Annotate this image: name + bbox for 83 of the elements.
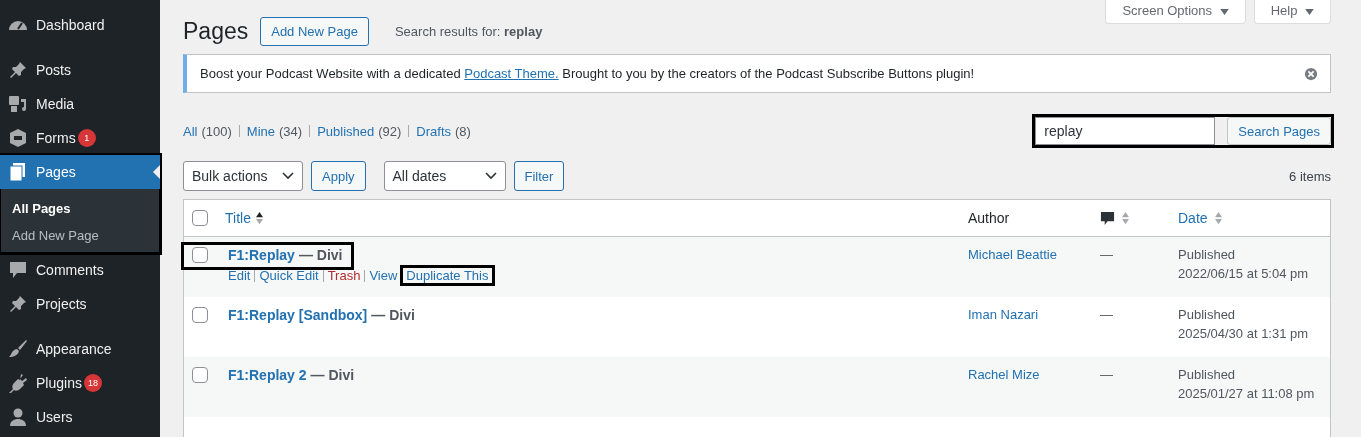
publish-status: Published xyxy=(1178,307,1237,322)
comment-count: — xyxy=(1100,367,1113,382)
triangle-down-icon xyxy=(1219,8,1229,15)
add-new-page-button[interactable]: Add New Page xyxy=(260,16,369,46)
publish-date: 2025/04/30 at 1:31 pm xyxy=(1178,326,1310,341)
page-state: — Divi xyxy=(298,247,343,263)
pushpin-icon xyxy=(8,60,28,80)
view-count: (92) xyxy=(378,123,402,139)
author-link[interactable]: Michael Beattie xyxy=(968,247,1057,262)
current-pointer-icon xyxy=(153,165,160,179)
date-column-header[interactable]: Date xyxy=(1178,210,1208,226)
checkbox[interactable] xyxy=(192,210,208,226)
count-badge: 1 xyxy=(77,129,96,147)
page-state: — Divi xyxy=(310,367,355,383)
sidebar-item[interactable]: Posts xyxy=(0,53,160,87)
sidebar-item[interactable]: Plugins 18 xyxy=(0,366,160,400)
view-count: (34) xyxy=(279,123,303,139)
publish-status: Published xyxy=(1178,367,1237,382)
view-filter-link[interactable]: Published xyxy=(317,123,375,139)
view-filter-link[interactable]: All xyxy=(183,123,198,139)
checkbox[interactable] xyxy=(192,367,208,383)
plug-icon xyxy=(8,373,28,393)
dismiss-icon[interactable] xyxy=(1304,66,1318,81)
count-badge: 18 xyxy=(83,374,102,392)
dates-dropdown[interactable]: All dates xyxy=(383,161,506,191)
row-action-link[interactable]: Duplicate This xyxy=(403,268,492,283)
publish-status: Published xyxy=(1178,247,1237,262)
checkbox[interactable] xyxy=(192,307,208,323)
page-state: — Divi xyxy=(371,307,415,323)
row-action-link[interactable]: Edit xyxy=(228,268,251,283)
trash-link[interactable]: Trash xyxy=(327,268,361,283)
search-pages-button[interactable]: Search Pages xyxy=(1227,117,1331,145)
apply-button[interactable]: Apply xyxy=(311,161,366,191)
row-action-link[interactable]: View xyxy=(369,268,398,283)
sidebar-item[interactable]: Users xyxy=(0,400,160,434)
podcast-theme-link[interactable]: Podcast Theme. xyxy=(464,66,559,81)
view-count: (8) xyxy=(455,123,471,139)
sidebar-item[interactable]: Projects xyxy=(0,287,160,321)
search-field[interactable]: replay xyxy=(1035,117,1216,145)
page-title: Pages xyxy=(183,17,249,45)
submenu-item[interactable]: All Pages xyxy=(0,195,160,222)
speech-bubble-icon xyxy=(1100,210,1115,226)
triangle-down-icon xyxy=(1305,8,1314,15)
row-action-link[interactable]: Quick Edit xyxy=(259,268,319,283)
submenu-item[interactable]: Add New Page xyxy=(0,222,160,249)
form-icon xyxy=(8,128,28,148)
sidebar-item[interactable]: Pages xyxy=(0,155,160,189)
chevron-down-icon xyxy=(484,172,497,180)
item-count: 6 items xyxy=(1289,168,1331,184)
paintbrush-icon xyxy=(8,339,28,359)
sidebar-item[interactable]: Forms 1 xyxy=(0,121,160,155)
author-column-header: Author xyxy=(968,210,1010,226)
pages-icon xyxy=(8,162,28,182)
sidebar-item[interactable]: Media xyxy=(0,87,160,121)
user-icon xyxy=(8,407,28,427)
search-results-note: Search results for: replay xyxy=(394,23,543,39)
view-filter-link[interactable]: Drafts xyxy=(416,123,452,139)
sort-icon[interactable] xyxy=(254,211,264,225)
filter-button[interactable]: Filter xyxy=(513,161,565,191)
bulk-actions-dropdown[interactable]: Bulk actions xyxy=(183,161,303,191)
sidebar-item[interactable]: Appearance xyxy=(0,332,160,366)
page-title-link[interactable]: F1:Replay 2 xyxy=(228,367,307,383)
sidebar-item[interactable]: Dashboard xyxy=(0,8,160,42)
title-column-header[interactable]: Title xyxy=(225,210,251,226)
screen-meta-tab[interactable]: Help xyxy=(1253,0,1331,24)
publish-date: 2022/06/15 at 5:04 pm xyxy=(1178,266,1310,281)
page-title-link[interactable]: F1:Replay [Sandbox] xyxy=(228,307,368,323)
view-filter-link[interactable]: Mine xyxy=(246,123,275,139)
pushpin-icon xyxy=(8,294,28,314)
page-title-link[interactable]: F1:Replay xyxy=(228,247,295,263)
comment-count: — xyxy=(1100,307,1113,322)
comment-count: — xyxy=(1100,247,1113,262)
publish-date: 2025/01/27 at 11:08 pm xyxy=(1178,386,1316,401)
sidebar-item[interactable]: Comments xyxy=(0,253,160,287)
speech-bubble-icon xyxy=(8,260,28,280)
view-count: (100) xyxy=(201,123,232,139)
screen-meta-tab[interactable]: Screen Options xyxy=(1105,0,1246,24)
media-icon xyxy=(8,94,28,114)
chevron-down-icon xyxy=(282,172,294,180)
author-link[interactable]: Iman Nazari xyxy=(968,307,1039,322)
notice-text: Boost your Podcast Website with a dedicated Podcast Theme. Brought to you by the creators of the Podcast Subscribe Buttons plugin! xyxy=(200,66,975,81)
author-link[interactable]: Rachel Mize xyxy=(968,367,1040,382)
checkbox[interactable] xyxy=(192,247,208,263)
